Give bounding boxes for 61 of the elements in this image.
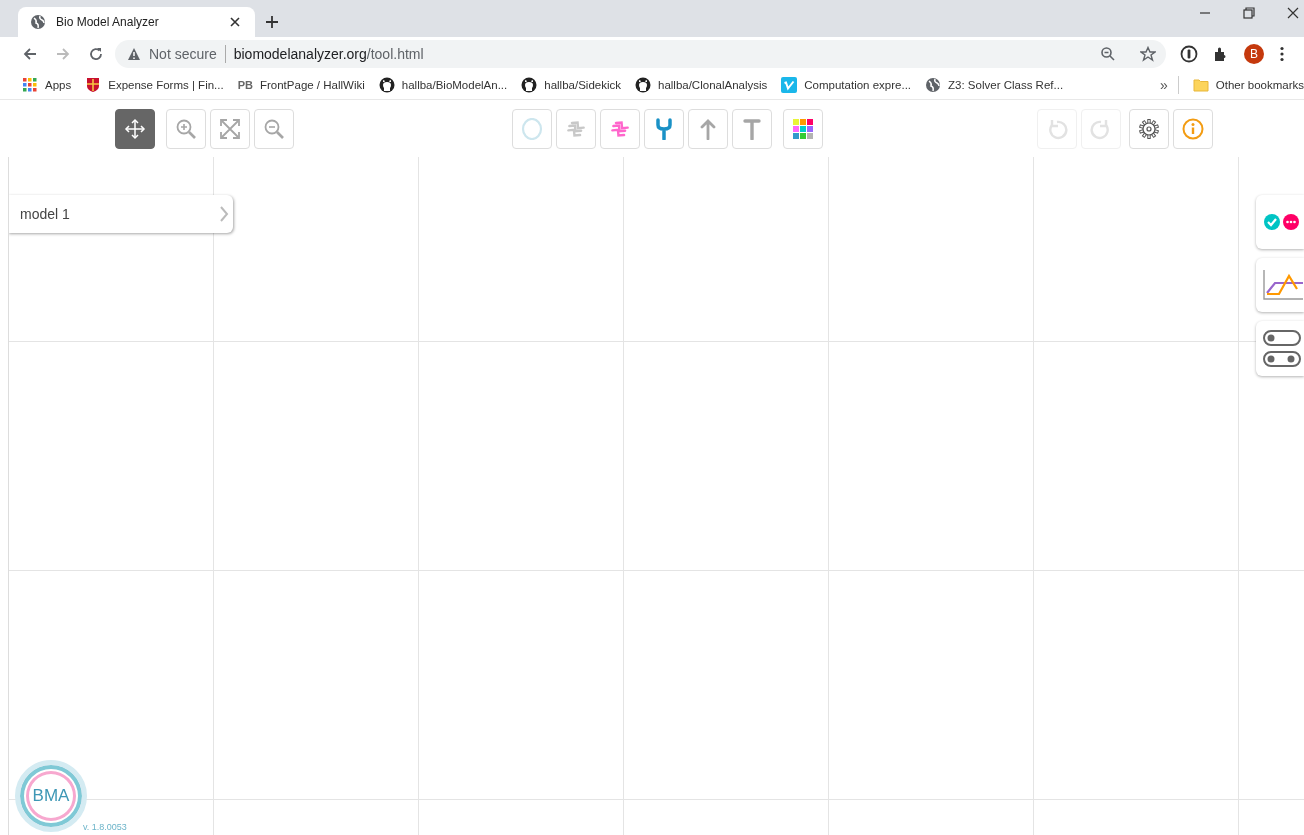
password-icon[interactable] bbox=[1180, 44, 1198, 63]
github-icon bbox=[635, 76, 651, 93]
star-icon[interactable] bbox=[1140, 45, 1156, 62]
redo-icon bbox=[1090, 118, 1112, 140]
proof-status-icon bbox=[1263, 213, 1299, 231]
info-icon bbox=[1182, 118, 1204, 140]
folder-icon bbox=[1192, 76, 1209, 93]
profile-avatar[interactable]: B bbox=[1244, 43, 1264, 64]
url-text: biomodelanalyzer.org/tool.html bbox=[233, 45, 424, 62]
globe-icon bbox=[30, 14, 46, 30]
vimeo-icon bbox=[781, 76, 798, 93]
bookmark[interactable]: Computation expre... bbox=[781, 76, 912, 93]
apps-grid-icon bbox=[22, 76, 38, 93]
move-icon bbox=[124, 118, 146, 140]
bookmark-folder[interactable]: Other bookmarks bbox=[1192, 76, 1304, 93]
menu-icon[interactable] bbox=[1280, 45, 1284, 62]
coil-icon bbox=[609, 118, 631, 140]
model-panel[interactable]: model 1 bbox=[9, 195, 233, 233]
side-tab[interactable] bbox=[1256, 195, 1304, 249]
new-tab-icon[interactable] bbox=[265, 15, 279, 29]
settings-icon bbox=[1138, 118, 1160, 140]
bookmark[interactable]: Z3: Solver Class Ref... bbox=[925, 76, 1064, 93]
warning-icon bbox=[127, 46, 141, 61]
fit-icon bbox=[219, 118, 241, 140]
line-chart-icon bbox=[1263, 269, 1303, 301]
back-icon[interactable] bbox=[22, 45, 38, 62]
side-tab[interactable] bbox=[1256, 321, 1304, 376]
coil-icon bbox=[565, 118, 587, 140]
reload-icon[interactable] bbox=[88, 45, 104, 62]
bookmark[interactable]: Expense Forms | Fin... bbox=[85, 76, 224, 93]
zoom-icon[interactable] bbox=[1100, 45, 1116, 62]
grid-canvas[interactable]: model 1 BMA v. 1.8.0053 bbox=[8, 157, 1304, 835]
overflow-chevron[interactable]: » bbox=[1160, 76, 1168, 93]
bookmark[interactable]: hallba/BioModelAn... bbox=[378, 76, 508, 93]
tool-button[interactable] bbox=[115, 109, 155, 149]
receptor-icon bbox=[653, 118, 675, 140]
bookmark[interactable]: hallba/ClonalAnalysis bbox=[635, 76, 768, 93]
palette-icon bbox=[793, 119, 813, 139]
restore-icon[interactable] bbox=[1242, 6, 1256, 20]
close-icon[interactable] bbox=[1286, 6, 1300, 20]
inhibitor-icon bbox=[741, 118, 763, 140]
globe-icon bbox=[925, 76, 942, 93]
tab-title: Bio Model Analyzer bbox=[56, 15, 160, 29]
close-icon[interactable] bbox=[229, 16, 241, 28]
version-label: v. 1.8.0053 bbox=[83, 822, 127, 832]
undo-icon bbox=[1046, 118, 1068, 140]
shield-icon bbox=[85, 76, 102, 93]
side-tab[interactable] bbox=[1256, 258, 1304, 312]
chevron-icon bbox=[219, 205, 229, 223]
toggle-switch-icon bbox=[1263, 330, 1301, 367]
github-icon bbox=[521, 76, 538, 93]
bookmark[interactable]: Apps bbox=[22, 76, 72, 93]
model-name: model 1 bbox=[20, 206, 70, 222]
bookmark[interactable]: hallba/Sidekick bbox=[521, 76, 621, 93]
zoom-out-icon bbox=[263, 118, 285, 140]
address-bar[interactable]: Not secure biomodelanalyzer.org/tool.html bbox=[115, 39, 1166, 68]
bookmark[interactable]: PB FrontPage / HallWiki bbox=[237, 78, 365, 91]
zoom-in-icon bbox=[175, 118, 197, 140]
github-icon bbox=[378, 76, 395, 93]
security-warning: Not secure bbox=[149, 45, 217, 62]
browser-tab[interactable]: Bio Model Analyzer bbox=[18, 7, 255, 37]
